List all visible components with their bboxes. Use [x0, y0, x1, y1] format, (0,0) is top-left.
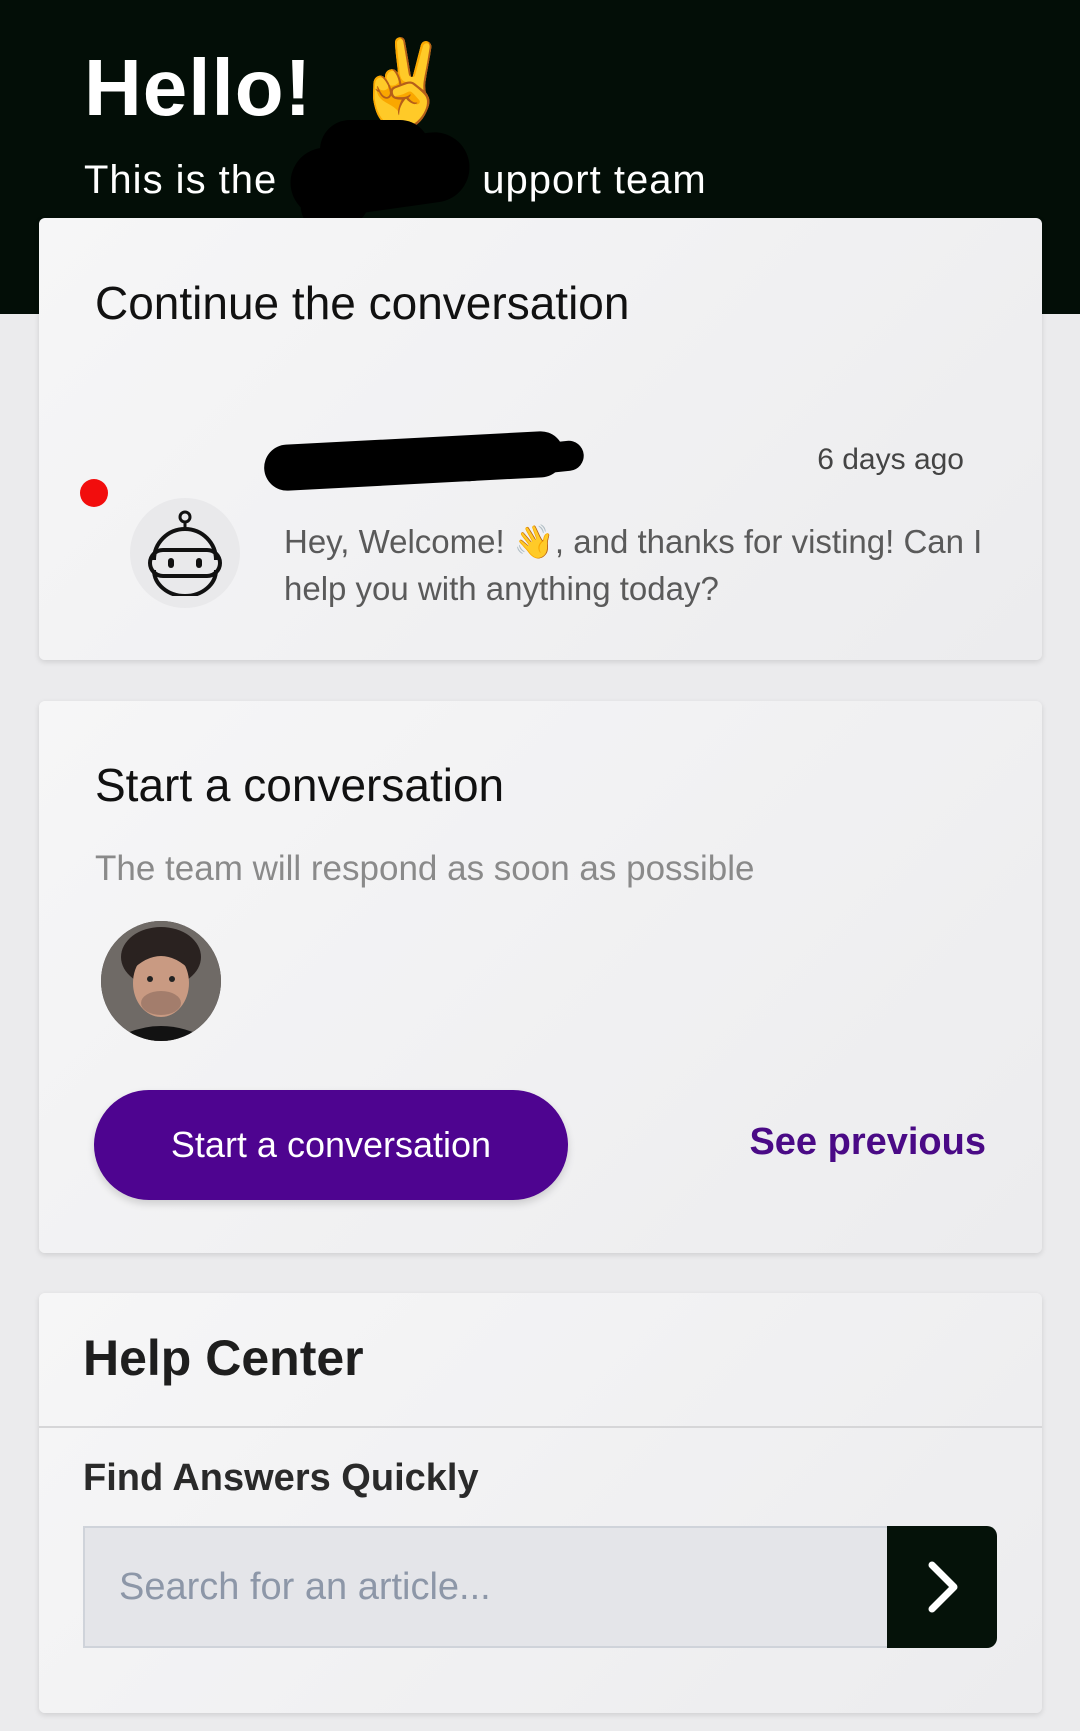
help-center-card: Help Center Find Answers Quickly [39, 1293, 1042, 1713]
card-title: Start a conversation [95, 759, 505, 811]
find-answers-heading: Find Answers Quickly [83, 1457, 479, 1499]
continue-conversation-card[interactable]: Continue the conversation 6 days ago Hey… [39, 218, 1042, 660]
help-center-title: Help Center [83, 1330, 364, 1386]
unread-indicator [80, 479, 108, 507]
bot-avatar [130, 498, 240, 608]
see-previous-link[interactable]: See previous [749, 1121, 986, 1164]
response-time-note: The team will respond as soon as possibl… [95, 849, 755, 888]
person-photo [101, 921, 221, 1041]
search-input[interactable] [83, 1526, 887, 1648]
start-conversation-card: Start a conversation The team will respo… [39, 701, 1042, 1253]
search-submit-button[interactable] [887, 1526, 997, 1648]
divider [39, 1426, 1042, 1428]
subtitle-start: This is the [84, 158, 278, 202]
card-title: Continue the conversation [95, 277, 630, 329]
victory-hand-icon: ✌️ [350, 36, 456, 130]
last-message: Hey, Welcome! 👋, and thanks for visting!… [284, 523, 983, 607]
greeting-text: Hello! [84, 42, 313, 132]
article-search [83, 1526, 997, 1648]
message-time: 6 days ago [817, 443, 964, 476]
robot-icon [148, 510, 222, 596]
subtitle-end: upport team [482, 158, 707, 202]
start-conversation-button[interactable]: Start a conversation [94, 1090, 568, 1200]
chevron-right-icon [928, 1561, 958, 1613]
team-member-avatar [101, 921, 221, 1041]
